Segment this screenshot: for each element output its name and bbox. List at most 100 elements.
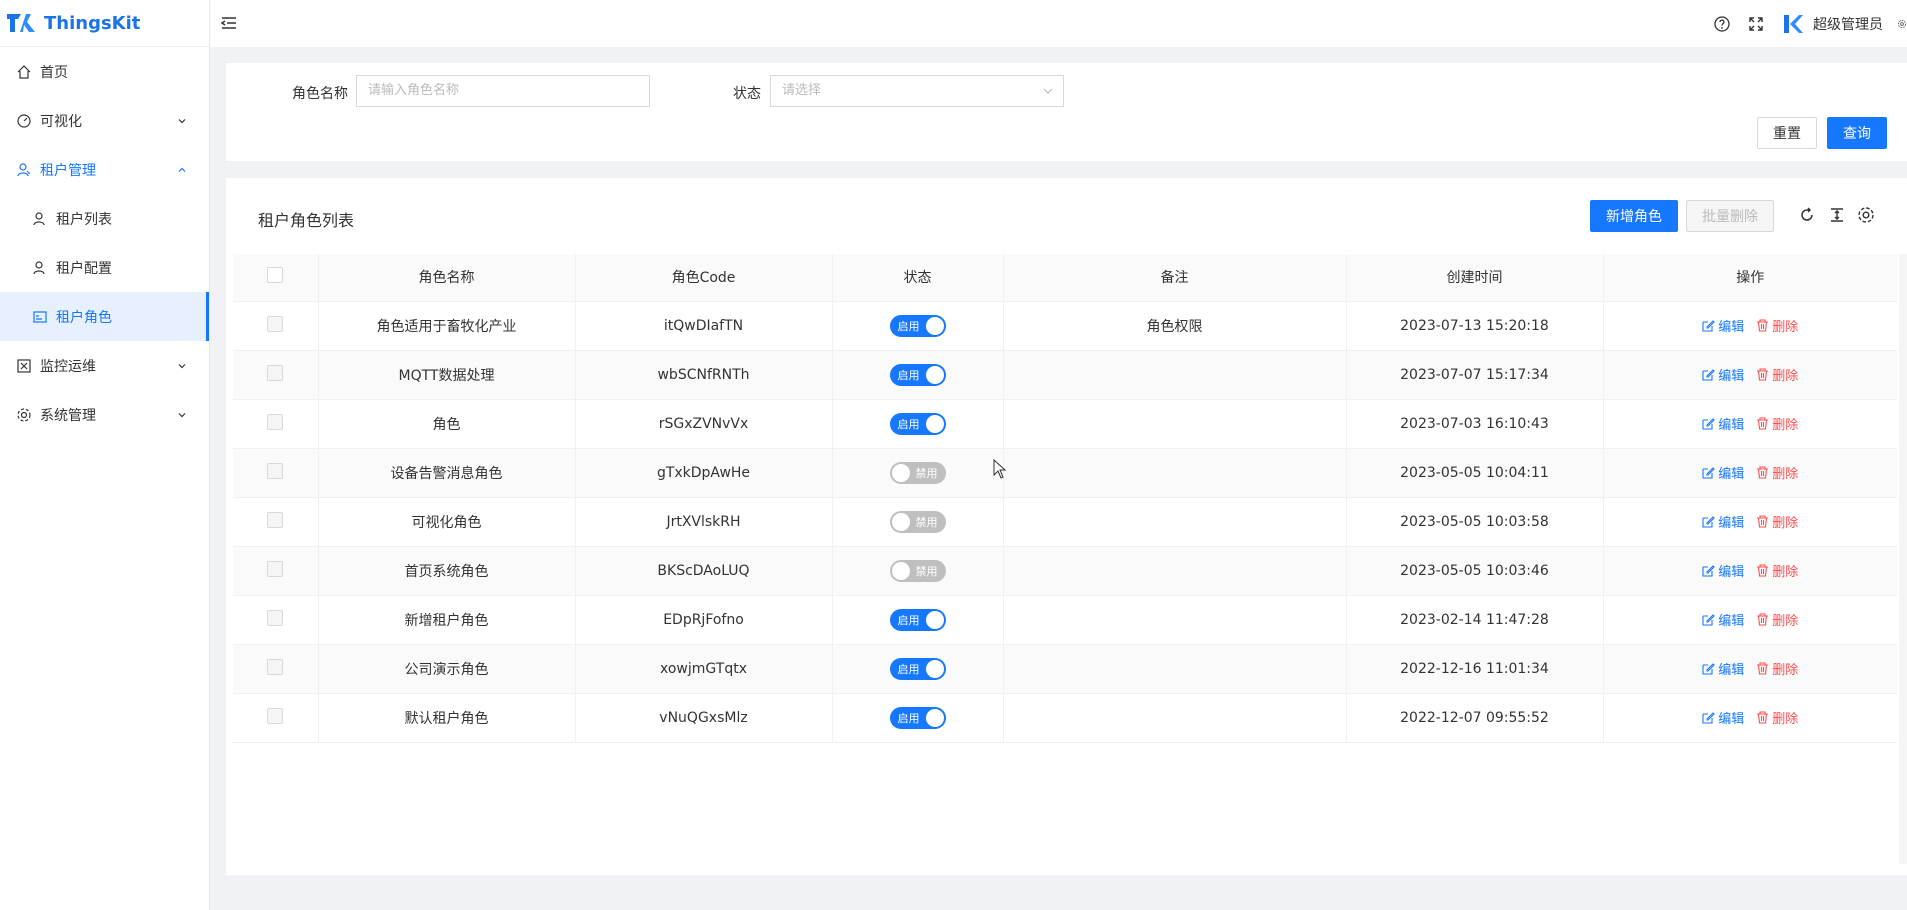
edit-button[interactable]: 编辑 — [1702, 316, 1744, 335]
settings-icon[interactable] — [1856, 205, 1876, 225]
edit-icon — [1702, 417, 1716, 430]
column-header[interactable]: 角色Code — [575, 254, 833, 302]
status-switch[interactable]: 启用 — [889, 657, 946, 680]
refresh-icon[interactable] — [1797, 205, 1817, 225]
column-height-icon[interactable] — [1827, 205, 1847, 225]
created-time-cell: 2023-07-03 16:10:43 — [1346, 399, 1604, 449]
row-checkbox[interactable] — [267, 315, 284, 332]
row-checkbox[interactable] — [267, 560, 284, 577]
status-switch[interactable]: 禁用 — [889, 510, 946, 533]
edit-label: 编辑 — [1718, 319, 1745, 335]
row-checkbox[interactable] — [267, 364, 284, 381]
batch-delete-button[interactable]: 批量删除 — [1686, 200, 1774, 232]
sidebar-item-label: 系统管理 — [40, 407, 96, 424]
edit-button[interactable]: 编辑 — [1702, 610, 1744, 629]
edit-label: 编辑 — [1718, 711, 1745, 727]
delete-button[interactable]: 删除 — [1756, 316, 1798, 335]
sidebar-item-tenant-list[interactable]: 租户列表 — [0, 194, 209, 243]
table-row[interactable]: 角色适用于畜牧化产业 itQwDIafTN 启用 角色权限 2023-07-13 15:… — [233, 301, 1897, 351]
delete-button[interactable]: 删除 — [1756, 365, 1798, 384]
status-switch[interactable]: 启用 — [889, 412, 946, 435]
row-checkbox[interactable] — [267, 511, 284, 528]
delete-button[interactable]: 删除 — [1756, 463, 1798, 482]
delete-button[interactable]: 删除 — [1756, 512, 1798, 531]
row-checkbox[interactable] — [267, 658, 284, 675]
sidebar-item-system[interactable]: 系统管理 — [0, 390, 209, 439]
role-code-cell: JrtXVlskRH — [575, 497, 833, 547]
row-checkbox[interactable] — [267, 707, 284, 724]
table-row[interactable]: 可视化角色 JrtXVlskRH 禁用 2023-05-05 10:03:58 编辑 删除 — [233, 497, 1897, 547]
column-header[interactable]: 角色名称 — [318, 254, 576, 302]
delete-button[interactable]: 删除 — [1756, 561, 1798, 580]
status-switch[interactable]: 启用 — [889, 706, 946, 729]
edit-button[interactable]: 编辑 — [1702, 561, 1744, 580]
sidebar-item-tenant-management[interactable]: 租户管理 — [0, 145, 209, 194]
fullscreen-icon[interactable] — [1747, 15, 1765, 33]
status-switch[interactable]: 启用 — [889, 363, 946, 386]
status-switch[interactable]: 禁用 — [889, 559, 946, 582]
sidebar-item-tenant-role[interactable]: 租户角色 — [0, 292, 209, 341]
delete-button[interactable]: 删除 — [1756, 414, 1798, 433]
role-name-cell: 可视化角色 — [318, 497, 576, 547]
edit-button[interactable]: 编辑 — [1702, 512, 1744, 531]
table-scrollbar[interactable] — [1899, 254, 1907, 864]
column-header[interactable]: 备注 — [1003, 254, 1347, 302]
edit-label: 编辑 — [1718, 662, 1745, 678]
table-row[interactable]: 默认租户角色 vNuQGxsMlz 启用 2022-12-07 09:55:52 编辑 删… — [233, 693, 1897, 743]
sidebar-item-visualization[interactable]: 可视化 — [0, 96, 209, 145]
column-header[interactable]: 状态 — [832, 254, 1004, 302]
delete-icon — [1757, 465, 1769, 479]
edit-button[interactable]: 编辑 — [1702, 414, 1744, 433]
sidebar-item-monitoring[interactable]: 监控运维 — [0, 341, 209, 390]
edit-button[interactable]: 编辑 — [1702, 463, 1744, 482]
menu-fold-icon[interactable] — [220, 14, 238, 32]
delete-button[interactable]: 删除 — [1756, 708, 1798, 727]
row-select-cell — [233, 301, 319, 351]
sidebar-item-tenant-config[interactable]: 租户配置 — [0, 243, 209, 292]
delete-icon — [1757, 710, 1769, 724]
status-switch[interactable]: 启用 — [889, 314, 946, 337]
delete-button[interactable]: 删除 — [1756, 659, 1798, 678]
role-code-cell: EDpRjFofno — [575, 595, 833, 645]
delete-label: 删除 — [1772, 466, 1799, 482]
settings-icon[interactable] — [1897, 15, 1907, 33]
table-row[interactable]: 公司演示角色 xowjmGTqtx 启用 2022-12-16 11:01:34 编辑 删… — [233, 644, 1897, 694]
row-checkbox[interactable] — [267, 462, 284, 479]
help-icon[interactable] — [1713, 15, 1731, 33]
table-row[interactable]: 首页系统角色 BKScDAoLUQ 禁用 2023-05-05 10:03:46 编辑 删… — [233, 546, 1897, 596]
table-row[interactable]: 角色 rSGxZVNvVx 启用 2023-07-03 16:10:43 编辑 删除 — [233, 399, 1897, 449]
role-name-cell: MQTT数据处理 — [318, 350, 576, 400]
row-select-cell — [233, 497, 319, 547]
sidebar-item-home[interactable]: 首页 — [0, 47, 209, 96]
add-role-button[interactable]: 新增角色 — [1590, 200, 1678, 232]
delete-icon — [1757, 416, 1769, 430]
role-name-input[interactable]: 请输入角色名称 — [356, 75, 650, 107]
row-checkbox[interactable] — [267, 609, 284, 626]
delete-button[interactable]: 删除 — [1756, 610, 1798, 629]
edit-button[interactable]: 编辑 — [1702, 708, 1744, 727]
logo[interactable]: ThingsKit — [0, 0, 209, 47]
avatar[interactable] — [1781, 11, 1805, 36]
status-switch[interactable]: 禁用 — [889, 461, 946, 484]
table-row[interactable]: 设备告警消息角色 gTxkDpAwHe 禁用 2023-05-05 10:04:11 编… — [233, 448, 1897, 498]
username[interactable]: 超级管理员 — [1813, 14, 1883, 34]
edit-button[interactable]: 编辑 — [1702, 659, 1744, 678]
status-select[interactable]: 请选择 — [770, 75, 1064, 107]
select-all-checkbox[interactable] — [267, 267, 284, 284]
reset-button[interactable]: 重置 — [1757, 117, 1817, 149]
status-cell: 启用 — [832, 399, 1004, 449]
edit-label: 编辑 — [1718, 368, 1745, 384]
column-header[interactable]: 创建时间 — [1346, 254, 1604, 302]
role-name-cell: 角色 — [318, 399, 576, 449]
delete-label: 删除 — [1772, 319, 1799, 335]
status-switch[interactable]: 启用 — [889, 608, 946, 631]
chevron-down-icon — [1043, 88, 1053, 94]
table-row[interactable]: 新增租户角色 EDpRjFofno 启用 2023-02-14 11:47:28 编辑 删… — [233, 595, 1897, 645]
created-time-cell: 2022-12-07 09:55:52 — [1346, 693, 1604, 743]
table-row[interactable]: MQTT数据处理 wbSCNfRNTh 启用 2023-07-07 15:17:34 编… — [233, 350, 1897, 400]
edit-button[interactable]: 编辑 — [1702, 365, 1744, 384]
column-header[interactable]: 操作 — [1603, 254, 1897, 302]
query-button[interactable]: 查询 — [1827, 117, 1887, 149]
row-checkbox[interactable] — [267, 413, 284, 430]
delete-label: 删除 — [1772, 368, 1799, 384]
